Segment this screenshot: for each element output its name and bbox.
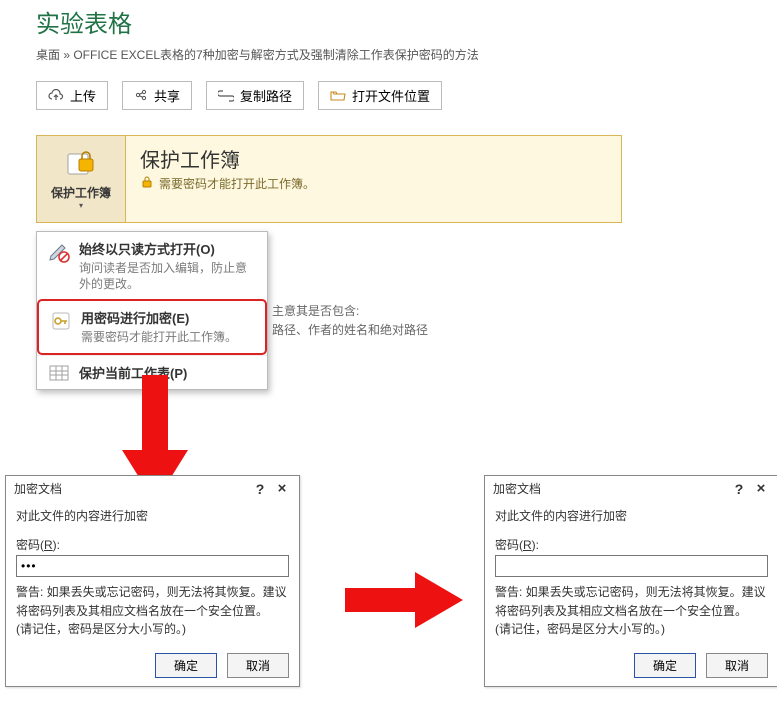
- ok-button[interactable]: 确定: [634, 653, 696, 678]
- copy-path-label: 复制路径: [240, 86, 292, 105]
- menu-readonly-desc: 询问读者是否加入编辑，防止意外的更改。: [79, 260, 258, 292]
- cancel-button[interactable]: 取消: [706, 653, 768, 678]
- close-button[interactable]: ×: [750, 480, 772, 497]
- dialog-title: 加密文档: [14, 480, 249, 497]
- dialog-heading: 对此文件的内容进行加密: [495, 507, 768, 524]
- arrow-right-icon: [345, 570, 465, 633]
- help-button[interactable]: ?: [249, 481, 271, 497]
- open-location-button[interactable]: 打开文件位置: [318, 81, 442, 110]
- menu-encrypt-desc: 需要密码才能打开此工作簿。: [81, 329, 237, 345]
- help-button[interactable]: ?: [728, 481, 750, 497]
- menu-item-encrypt[interactable]: 用密码进行加密(E) 需要密码才能打开此工作簿。: [37, 299, 267, 354]
- menu-encrypt-title: 用密码进行加密(E): [81, 308, 237, 327]
- folder-open-icon: [330, 89, 346, 102]
- protect-workbook-button-label: 保护工作簿: [51, 184, 111, 201]
- link-icon: [218, 90, 234, 102]
- cloud-upload-icon: [48, 89, 64, 103]
- menu-item-readonly[interactable]: 始终以只读方式打开(O) 询问读者是否加入编辑，防止意外的更改。: [37, 232, 267, 299]
- encrypt-dialog-empty: 加密文档 ? × 对此文件的内容进行加密 密码(R): 警告: 如果丢失或忘记密…: [484, 475, 777, 687]
- sheet-grid-icon: [46, 363, 71, 382]
- key-lock-icon: [48, 308, 73, 345]
- open-location-label: 打开文件位置: [352, 86, 430, 105]
- close-button[interactable]: ×: [271, 480, 293, 497]
- chevron-down-icon: ▾: [79, 201, 83, 210]
- lock-shield-icon: [64, 148, 98, 181]
- password-input[interactable]: [495, 555, 768, 577]
- protect-workbook-button[interactable]: 保护工作簿 ▾: [37, 136, 126, 222]
- page-title: 实验表格: [0, 0, 777, 39]
- share-label: 共享: [154, 86, 180, 105]
- password-label: 密码(R):: [495, 536, 768, 553]
- dialog-heading: 对此文件的内容进行加密: [16, 507, 289, 524]
- toolbar: 上传 共享 复制路径 打开文件位置: [0, 63, 777, 110]
- protect-menu-popup: 始终以只读方式打开(O) 询问读者是否加入编辑，防止意外的更改。 用密码进行加密…: [36, 231, 268, 390]
- dialog-warning: 警告: 如果丢失或忘记密码，则无法将其恢复。建议将密码列表及其相应文档名放在一个…: [16, 583, 289, 639]
- protect-workbook-panel: 保护工作簿 ▾ 保护工作簿 需要密码才能打开此工作簿。: [36, 135, 622, 223]
- inspect-info-text: 主意其是否包含: 路径、作者的姓名和绝对路径: [272, 302, 428, 340]
- dialog-warning: 警告: 如果丢失或忘记密码，则无法将其恢复。建议将密码列表及其相应文档名放在一个…: [495, 583, 768, 639]
- share-button[interactable]: 共享: [122, 81, 192, 110]
- lock-icon: [140, 175, 154, 192]
- encrypt-dialog-filled: 加密文档 ? × 对此文件的内容进行加密 密码(R): 警告: 如果丢失或忘记密…: [5, 475, 300, 687]
- protect-desc: 需要密码才能打开此工作簿。: [159, 175, 315, 192]
- password-label: 密码(R):: [16, 536, 289, 553]
- ok-button[interactable]: 确定: [155, 653, 217, 678]
- menu-readonly-title: 始终以只读方式打开(O): [79, 239, 258, 258]
- upload-label: 上传: [70, 86, 96, 105]
- copy-path-button[interactable]: 复制路径: [206, 81, 304, 110]
- share-icon: [134, 89, 148, 103]
- pencil-prohibit-icon: [46, 239, 71, 292]
- breadcrumb: 桌面 » OFFICE EXCEL表格的7种加密与解密方式及强制清除工作表保护密…: [0, 39, 777, 63]
- protect-title: 保护工作簿: [140, 144, 315, 173]
- cancel-button[interactable]: 取消: [227, 653, 289, 678]
- password-input[interactable]: [16, 555, 289, 577]
- dialog-title: 加密文档: [493, 480, 728, 497]
- upload-button[interactable]: 上传: [36, 81, 108, 110]
